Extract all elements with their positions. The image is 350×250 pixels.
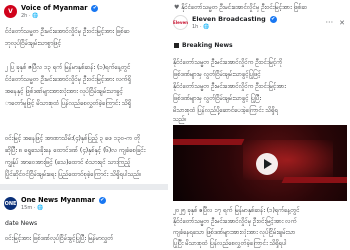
- post-text-line: ဖြစ်ဒဏ်များမှ လွတ်ငြိမ်းချမ်းသာခွင့် ပြု…: [173, 95, 261, 102]
- post-header-eleven-broadcasting: Eleven Eleven Broadcasting ✔ 1h · 🌐 ··· …: [173, 15, 345, 30]
- video-stripe: [173, 139, 245, 145]
- page-avatar[interactable]: V: [4, 5, 17, 18]
- post-excerpt: ဝင်းမြင့်အား ဖြစ်ဒဏ်လုပ်ငြိမ်းခွင့်ပြုပြ…: [5, 235, 114, 242]
- left-feed-column: V Voice of Myanmar ✔ 2h · 🌐 င်ငံတော်သမ္မ…: [0, 0, 168, 250]
- verified-badge-icon: ✔: [269, 16, 277, 23]
- post-header-one-news-myanmar: ONE One News Myanmar ✔ 15m · 🌐: [4, 196, 106, 211]
- post-text-line: နိုင်ငံတော်သမ္မတ ဦးမင်းအောင်လှိုင်က ဦးဝင…: [173, 83, 286, 90]
- post-text-line: ဘုလုပ်ငြိမ်းချမ်းသာစွာဖြင့်: [5, 40, 62, 47]
- avatar-logo-text: Eleven: [173, 20, 188, 25]
- post-text-line: ဖြစ်ဒဏ်များမှ လွတ်ငြိမ်းချမ်းသာခွင့်ပြုဖ…: [173, 71, 261, 78]
- page-name[interactable]: Eleven Broadcasting: [192, 15, 266, 23]
- post-text-line: ၂ ပြ ခုနှစ် ဇပြီလ ၁၃ ရက် မြန်မာနှစ်ဆန်း …: [5, 64, 131, 71]
- breaking-news-tag: Breaking News: [174, 42, 233, 49]
- breaking-square-icon: [174, 43, 179, 48]
- post-text-line: ပြိုင်ဆိုင်ဝင်ငြိမ်းချမ်းရေး ပြည်ထောင်စု…: [5, 171, 142, 178]
- post-text-line: င်ငံတော်သမ္မတ ဦးမင်းအောင်လှိုင်မှ ဦးဝင်း…: [5, 76, 132, 83]
- caption-line: ကျခံနေရသော ဖြစ်ဒဏ်များအားလုံးအား လုပ်ငြိ…: [173, 229, 296, 236]
- post-text-line: ဝင်းမြင့် အနေဖြင့် အာဏာသိမ်း(၄)နှစ်ပြည့်…: [5, 135, 141, 142]
- page-name[interactable]: One News Myanmar: [21, 196, 95, 204]
- right-feed-column: ♥ နိုင်ငံတော်သမ္မတ ဦးမင်းအောင်လှိုင်မှ ဦ…: [168, 0, 350, 250]
- post-text-line: ာတော်မူဖြင့် မိသားစုထံ ပြန်လည်စေလွှတ်ခဲ့…: [5, 100, 132, 107]
- verified-badge-icon: ✔: [91, 4, 99, 12]
- top-snippet-text: နိုင်ငံတော်သမ္မတ ဦးမင်းအောင်လှိုင်မှ ဦးဝ…: [181, 4, 308, 11]
- avatar-letter: ONE: [4, 200, 17, 207]
- play-icon: [264, 159, 272, 169]
- page-avatar[interactable]: ONE: [4, 197, 17, 210]
- avatar-letter: V: [8, 8, 13, 15]
- play-button[interactable]: [256, 153, 278, 175]
- post-text-line: ဆိုပြီး ၈ ရွေသေခိုးနေ ထောင်ဒဏ် (၄)နှစ်နှ…: [5, 147, 146, 154]
- post-time[interactable]: 1h · 🌐: [192, 24, 325, 30]
- video-stripe: [281, 177, 347, 183]
- post-time[interactable]: 15m · 🌐: [21, 205, 106, 211]
- caption-line: နိုင်ငံတော်သမ္မတ ဦးမင်းအောင်လှိုင်မှ ဦးဝ…: [173, 218, 297, 225]
- post-text-line: အနေနှင့် ဖြစ်ဒဏ်များအားလုံးအား လုပ်ငြိမ်…: [5, 88, 124, 95]
- caption-line: ၂၀၂၅ ခုနှစ် ဧပြီလ ၁၇ ရက် မြန်မာနှစ်ဆန်း …: [173, 207, 300, 214]
- post-text-line: င်ငံတော်သမ္မတ ဦးမင်းအောင်လှိုင်မှ ဦးဝင်း…: [5, 28, 130, 35]
- top-snippet: ♥ နိုင်ငံတော်သမ္မတ ဦးမင်းအောင်လှိုင်မှ ဦ…: [174, 3, 307, 12]
- post-label: date News: [5, 220, 38, 227]
- caption-line: ပြုပြီး မိသားစုထံ ပြန်လည်စေလွှတ်ခဲ့ကြောင…: [173, 240, 287, 247]
- post-text-line: သည်။: [173, 116, 187, 123]
- post-text-line: ကျွန်ုပ် အာဝေအားဖြင့် (သေ)ထောင် စံသားရင်…: [5, 159, 131, 166]
- post-time[interactable]: 2h · 🌐: [21, 13, 98, 19]
- more-options-icon[interactable]: ···: [325, 18, 333, 27]
- post-text-line: မိသားစုထံ ပြန်လည်ပို့ဆောင်ပေးခဲ့ကြောင်း …: [173, 107, 279, 114]
- post-divider: [0, 184, 168, 190]
- breaking-news-text: Breaking News: [182, 42, 233, 49]
- post-text-line: နိုင်ငံတော်သမ္မတ ဦးမင်းအောင်လှိုင်က ဦးဝင…: [173, 59, 283, 66]
- page-name[interactable]: Voice of Myanmar: [21, 4, 87, 12]
- verified-badge-icon: ✔: [98, 196, 106, 204]
- video-player[interactable]: [173, 125, 347, 201]
- close-icon[interactable]: ✕: [339, 19, 345, 27]
- page-avatar[interactable]: Eleven: [173, 15, 188, 30]
- post-header-voice-of-myanmar: V Voice of Myanmar ✔ 2h · 🌐: [4, 4, 99, 19]
